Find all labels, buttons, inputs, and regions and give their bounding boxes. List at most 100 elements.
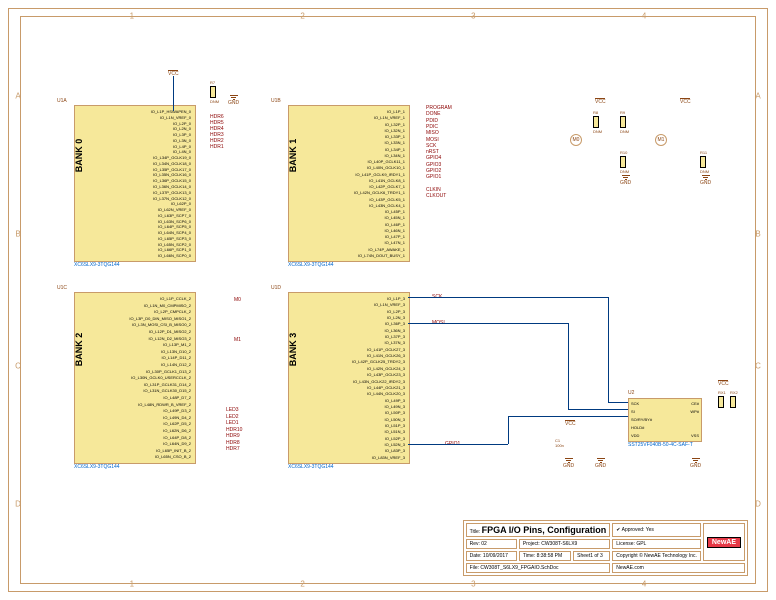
u1c-ref: U1C — [57, 285, 67, 291]
pin-label: IO_L3N_MOSI_CSI_B_MISO0_2 — [132, 322, 191, 327]
vcc-flash2: VCC — [718, 380, 729, 387]
pin-label: IO_L40N_GCLK10_1 — [367, 165, 405, 170]
net-m1: M1 — [234, 337, 241, 343]
net-label: PROGRAM — [426, 105, 452, 111]
pin-label: IO_L65P_INIT_B_2 — [156, 448, 191, 453]
net-m0: M0 — [234, 297, 241, 303]
net-label: GPIO1 — [426, 174, 441, 180]
pin-label: IO_L35P_GCLK17_0 — [153, 167, 191, 172]
pin-label: IO_L45P_1 — [385, 209, 405, 214]
net-label: PDIC — [426, 124, 438, 130]
pin-label: IO_L14P_D11_2 — [161, 355, 191, 360]
schematic-title: FPGA I/O Pins, Configuration — [482, 525, 607, 535]
pin-label: IO_L1P_HSWAPEN_0 — [151, 109, 191, 114]
ruler-top: 1 2 3 4 — [0, 8, 776, 24]
pin-label: IO_L37P_GCLK13_0 — [153, 190, 191, 195]
u2-ref: U2 — [628, 390, 634, 396]
wire — [508, 416, 509, 444]
date: 10/09/2017 — [483, 553, 508, 559]
pin-label: IO_L47P_1 — [385, 234, 405, 239]
vcc-m0: VCC — [595, 98, 606, 105]
gnd-m0: GND — [620, 175, 631, 186]
title-block: Title: FPGA I/O Pins, Configuration ✔ Ap… — [463, 520, 748, 576]
pin-label: IO_L3P_D0_DIN_MISO_MISO1_2 — [129, 316, 191, 321]
r7: R7DNM — [210, 80, 219, 104]
net-label: LED1 — [226, 420, 239, 426]
file: CW308T_S6LX9_FPGAIO.SchDoc — [480, 565, 558, 571]
pin-label: IO_L44N_GCLK20_3 — [367, 391, 405, 396]
pin-label: IO_L65P_SCP3_0 — [158, 236, 191, 241]
gnd-c1: GND — [563, 458, 574, 469]
flash-pin: WP# — [690, 409, 699, 414]
net-label: GPIO3 — [426, 162, 441, 168]
flash-pin: HOLD# — [631, 425, 644, 430]
rx2: RX2 — [730, 390, 738, 409]
flash-pin: SCK — [631, 401, 639, 406]
pin-label: IO_L32P_1 — [385, 122, 405, 127]
bank-0: BANK 0 U1A IO_L1P_HSWAPEN_0IO_L1N_VREF_0… — [74, 105, 196, 262]
ruler-bottom: 1 2 3 4 — [0, 576, 776, 592]
pin-label: IO_L42N_GCLK6_TRDY1_1 — [354, 190, 405, 195]
pin-label: IO_L40P_GCLK11_1 — [367, 159, 405, 164]
pin-label: IO_L37N_GCLK12_0 — [153, 196, 191, 201]
flash-pin: SO/RY/BY# — [631, 417, 652, 422]
pin-label: IO_L37P_3 — [385, 334, 405, 339]
pin-label: IO_L1P_1 — [387, 109, 405, 114]
pin-label: IO_L36P_GCLK15_0 — [153, 178, 191, 183]
rev: 02 — [481, 541, 487, 547]
newae-logo: NewAE — [707, 537, 741, 548]
m1-port: M1 — [655, 134, 667, 146]
net-label: SCK — [426, 143, 436, 149]
bank-0-label: BANK 0 — [74, 138, 84, 172]
pin-label: IO_L43N_GCLK22_IRDY2_3 — [353, 379, 405, 384]
net-label: MISO — [426, 130, 439, 136]
pin-label: IO_L63N_SCP6_0 — [158, 219, 191, 224]
pin-label: IO_L2P_0 — [173, 121, 191, 126]
u1c-part: XC6SLX9-3TQG144 — [74, 464, 120, 470]
pin-label: IO_L52P_3 — [385, 436, 405, 441]
pin-label: IO_L62P_D5_2 — [163, 421, 191, 426]
pin-label: IO_L65N_CSO_B_2 — [155, 454, 191, 459]
pin-label: IO_L1N_M0_CMPMISO_2 — [144, 303, 191, 308]
flash-pin: CE# — [691, 401, 699, 406]
pin-label: IO_L1N_VREF_3 — [374, 302, 405, 307]
pin-label: IO_L2P_3 — [387, 309, 405, 314]
time: 8:38:58 PM — [537, 553, 563, 559]
wire — [408, 323, 568, 324]
net-label: HDR10 — [226, 427, 242, 433]
r8: R8DNM — [593, 110, 602, 134]
pin-label: IO_L64N_D9_2 — [163, 441, 191, 446]
net-label: LED2 — [226, 414, 239, 420]
r11: R11DNM — [700, 150, 709, 174]
pin-label: IO_L65N_SCP2_0 — [158, 242, 191, 247]
bank-2: BANK 2 U1C IO_L1P_CCLK_2IO_L1N_M0_CMPMIS… — [74, 292, 196, 464]
net-label: CLKIN — [426, 187, 441, 193]
net-label: HDR8 — [226, 440, 240, 446]
pin-label: IO_L45N_1 — [385, 215, 405, 220]
bank-1: BANK 1 U1B IO_L1P_1IO_L1N_VREF_1IO_L32P_… — [288, 105, 410, 262]
net-label: nRST — [426, 149, 439, 155]
pin-label: IO_L43P_GCLK23_3 — [367, 372, 405, 377]
pin-label: IO_L1P_3 — [387, 296, 405, 301]
wire — [408, 297, 608, 298]
pin-label: IO_L49N_D4_2 — [163, 415, 191, 420]
pin-label: IO_L41N_GCLK26_3 — [367, 353, 405, 358]
net-label: LED3 — [226, 407, 239, 413]
pin-label: IO_L2N_0 — [173, 126, 191, 131]
pin-label: IO_L83P_3 — [385, 448, 405, 453]
wire — [608, 402, 628, 403]
r10: R10DNM — [620, 150, 629, 174]
net-label: GPIO4 — [426, 155, 441, 161]
flash-pin: SI — [631, 409, 635, 414]
bank-1-label: BANK 1 — [288, 138, 298, 172]
pin-label: IO_L1P_CCLK_2 — [160, 296, 191, 301]
pin-label: IO_L64N_SCP4_0 — [158, 230, 191, 235]
pin-label: IO_L50N_3 — [385, 417, 405, 422]
u1d-part: XC6SLX9-3TQG144 — [288, 464, 334, 470]
pin-label: IO_L36N_3 — [385, 328, 405, 333]
pin-label: IO_L46N_1 — [385, 228, 405, 233]
flash-u2: SCK SI SO/RY/BY# HOLD# VDD CE# WP# VSS — [628, 398, 702, 442]
pin-label: IO_L4N_0 — [173, 149, 191, 154]
pin-label: IO_L12P_D1_MISO2_2 — [149, 329, 191, 334]
vcc-flash1: VCC — [565, 420, 576, 427]
